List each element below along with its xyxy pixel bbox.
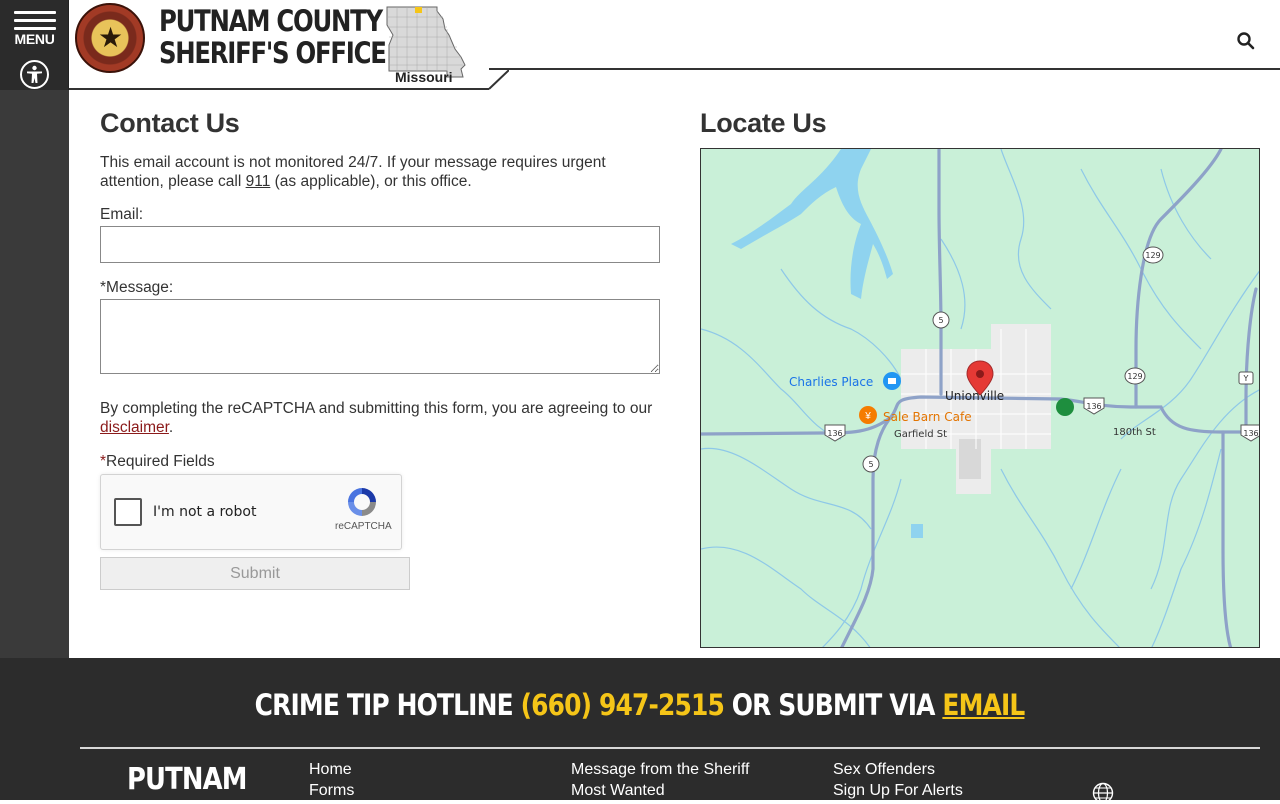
footer-links-col3: Sex Offenders Sign Up For Alerts — [833, 759, 963, 801]
poi-sale-barn-cafe: Sale Barn Cafe — [883, 410, 972, 424]
locate-title: Locate Us — [700, 108, 827, 138]
submit-button[interactable]: Submit — [100, 557, 410, 590]
footer-link-home[interactable]: Home — [309, 759, 354, 780]
footer-link-sex-offenders[interactable]: Sex Offenders — [833, 759, 963, 780]
agreement-prefix: By completing the reCAPTCHA and submitti… — [100, 400, 653, 417]
footer-link-forms[interactable]: Forms — [309, 780, 354, 801]
globe-icon[interactable] — [1092, 782, 1114, 804]
message-label: *Message: — [100, 279, 174, 296]
hotline-mid: OR SUBMIT VIA — [724, 688, 943, 722]
brand-title-line1[interactable]: PUTNAM COUNTY — [159, 4, 383, 38]
hotline-email-link[interactable]: EMAIL — [943, 688, 1026, 722]
crime-tip-hotline: CRIME TIP HOTLINE (660) 947-2515 OR SUBM… — [0, 688, 1280, 722]
recaptcha-brand: reCAPTCHA — [335, 521, 392, 532]
recaptcha-widget: I'm not a robot reCAPTCHA — [100, 474, 402, 550]
footer-brand[interactable]: PUTNAM — [127, 762, 247, 797]
sidebar-top: MENU — [0, 0, 69, 90]
recaptcha-logo-icon — [348, 488, 376, 516]
search-icon[interactable] — [1236, 31, 1256, 51]
poi-charlies-place: Charlies Place — [789, 375, 873, 389]
recaptcha-checkbox[interactable] — [114, 498, 142, 526]
notice-text-end: (as applicable), or this office. — [270, 173, 472, 190]
street-180th: 180th St — [1113, 427, 1156, 438]
recaptcha-label: I'm not a robot — [153, 504, 257, 520]
header-rule — [489, 68, 1280, 70]
email-label: Email: — [100, 206, 144, 223]
town-unionville: Unionville — [945, 389, 1004, 403]
route-5-shield-bottom: 5 — [868, 460, 873, 469]
contact-notice: This email account is not monitored 24/7… — [100, 153, 660, 191]
route-5-shield-top: 5 — [938, 316, 943, 325]
map-canvas[interactable]: 5 5 129 129 136 136 136 Y Charlies Place… — [701, 149, 1260, 648]
footer-links-col2: Message from the Sheriff Most Wanted — [571, 759, 749, 801]
accessibility-icon[interactable] — [20, 60, 49, 89]
footer-links-col1: Home Forms — [309, 759, 354, 801]
hotline-phone[interactable]: (660) 947-2515 — [521, 688, 725, 722]
embedded-map[interactable]: 5 5 129 129 136 136 136 Y Charlies Place… — [700, 148, 1260, 648]
footer-divider — [80, 747, 1260, 749]
contact-section: Contact Us This email account is not mon… — [100, 108, 660, 590]
menu-label[interactable]: MENU — [0, 31, 69, 47]
route-129-shield-top: 129 — [1145, 251, 1160, 260]
contact-title: Contact Us — [100, 108, 240, 138]
footer-link-sheriff-message[interactable]: Message from the Sheriff — [571, 759, 749, 780]
header-divider — [69, 68, 509, 90]
brand-title-line2[interactable]: SHERIFF'S OFFICE — [159, 36, 387, 70]
site-header: ★ PUTNAM COUNTY SHERIFF'S OFFICE Missour… — [69, 0, 1280, 90]
route-136-shield-east: 136 — [1243, 429, 1258, 438]
required-fields-note: *Required Fields — [100, 453, 660, 471]
disclaimer-link[interactable]: disclaimer — [100, 419, 169, 436]
email-field[interactable] — [100, 226, 660, 263]
left-sidebar: MENU — [0, 0, 69, 658]
svg-text:¥: ¥ — [864, 411, 871, 422]
golf-marker-icon — [1056, 398, 1074, 416]
phone-911-link[interactable]: 911 — [246, 173, 271, 190]
required-label: Required Fields — [106, 453, 215, 470]
agreement-suffix: . — [168, 419, 174, 436]
sheriff-badge-logo[interactable]: ★ — [75, 3, 145, 73]
footer-link-most-wanted[interactable]: Most Wanted — [571, 780, 749, 801]
site-footer: CRIME TIP HOTLINE (660) 947-2515 OR SUBM… — [0, 658, 1280, 804]
route-y-shield: Y — [1243, 374, 1249, 383]
route-136-shield-mid: 136 — [1086, 402, 1101, 411]
route-136-shield-west: 136 — [827, 429, 842, 438]
message-field[interactable] — [100, 299, 660, 374]
footer-link-alerts[interactable]: Sign Up For Alerts — [833, 780, 963, 801]
hotline-prefix: CRIME TIP HOTLINE — [255, 688, 522, 722]
hamburger-icon[interactable] — [14, 11, 56, 31]
street-garfield: Garfield St — [894, 429, 947, 440]
route-129-shield-bottom: 129 — [1127, 372, 1142, 381]
agreement-text: By completing the reCAPTCHA and submitti… — [100, 399, 660, 437]
